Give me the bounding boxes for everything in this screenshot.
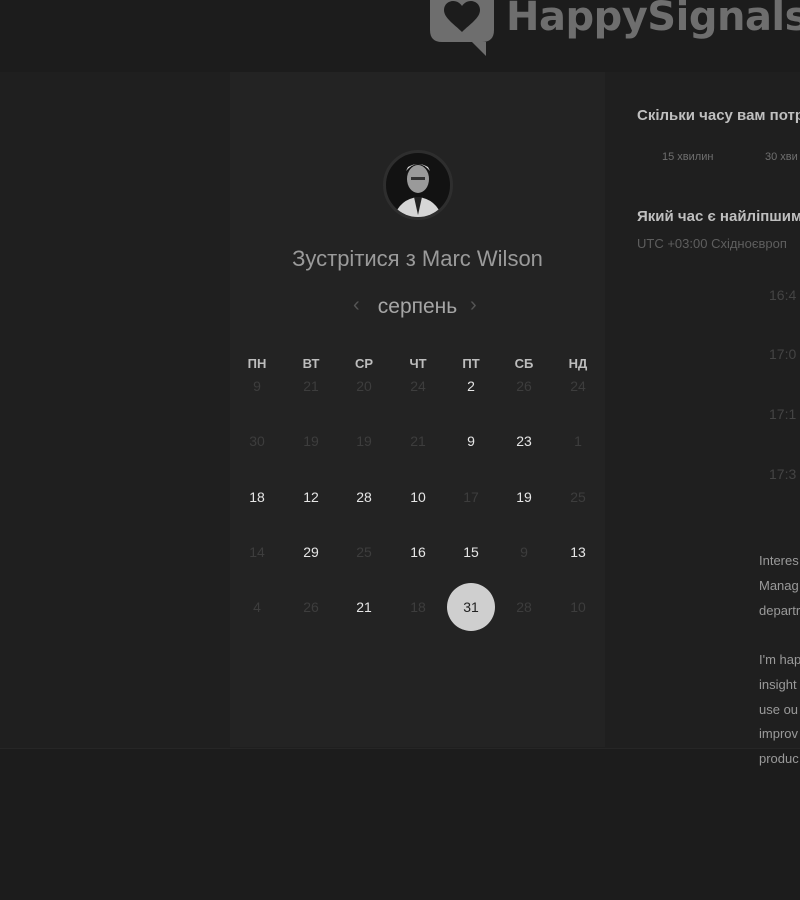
calendar-day: 28 bbox=[516, 599, 532, 615]
divider bbox=[0, 748, 800, 749]
calendar-day[interactable]: 28 bbox=[340, 473, 388, 521]
calendar-day[interactable]: 2 bbox=[447, 362, 495, 410]
calendar-day: 9 bbox=[520, 544, 528, 560]
calendar-day: 10 bbox=[570, 599, 586, 615]
calendar-day: 24 bbox=[410, 378, 426, 394]
brand-name: HappySignals bbox=[506, 0, 800, 40]
calendar-day: 24 bbox=[570, 378, 586, 394]
calendar-day[interactable]: 21 bbox=[340, 583, 388, 631]
time-slot[interactable]: 17:1 bbox=[769, 406, 796, 422]
calendar-day[interactable]: 18 bbox=[233, 473, 281, 521]
description-paragraph: I'm hap insight use ou improv produc bbox=[759, 652, 800, 767]
calendar-day: 25 bbox=[570, 489, 586, 505]
calendar-day: 1 bbox=[574, 433, 582, 449]
calendar-day: 18 bbox=[410, 599, 426, 615]
calendar-day: 20 bbox=[356, 378, 372, 394]
calendar-day: 30 bbox=[249, 433, 265, 449]
time-slot[interactable]: 17:3 bbox=[769, 466, 796, 482]
calendar-day: 25 bbox=[356, 544, 372, 560]
calendar-day[interactable]: 16 bbox=[394, 528, 442, 576]
calendar-day: 21 bbox=[303, 378, 319, 394]
meeting-title: Зустрітися з Marc Wilson bbox=[292, 246, 543, 271]
calendar-day[interactable]: 23 bbox=[500, 417, 548, 465]
person-photo-icon bbox=[394, 164, 442, 217]
calendar-day: 14 bbox=[249, 544, 265, 560]
calendar-day[interactable]: 13 bbox=[554, 528, 602, 576]
duration-question: Скільки часу вам потр bbox=[637, 107, 800, 124]
time-slot[interactable]: 17:0 bbox=[769, 346, 796, 362]
calendar-day[interactable]: 15 bbox=[447, 528, 495, 576]
chevron-left-icon[interactable]: ‹ bbox=[353, 294, 360, 317]
calendar-day[interactable]: 9 bbox=[447, 417, 495, 465]
calendar-day: 17 bbox=[463, 489, 479, 505]
month-navigator: ‹ серпень › bbox=[230, 292, 605, 322]
avatar bbox=[383, 150, 453, 220]
timezone-label[interactable]: UTC +03:00 Східноєвроп bbox=[637, 236, 787, 251]
calendar-day[interactable]: 19 bbox=[500, 473, 548, 521]
calendar-day: 19 bbox=[303, 433, 319, 449]
calendar-day: 26 bbox=[303, 599, 319, 615]
calendar-day: 19 bbox=[356, 433, 372, 449]
calendar-day: 4 bbox=[253, 599, 261, 615]
calendar-day: 9 bbox=[253, 378, 261, 394]
duration-option-15[interactable]: 15 хвилин bbox=[662, 151, 713, 163]
heart-chat-icon bbox=[430, 0, 494, 56]
calendar-day[interactable]: 12 bbox=[287, 473, 335, 521]
calendar-day: 26 bbox=[516, 378, 532, 394]
chevron-right-icon[interactable]: › bbox=[470, 294, 477, 317]
calendar-day[interactable]: 10 bbox=[394, 473, 442, 521]
calendar-day[interactable]: 29 bbox=[287, 528, 335, 576]
month-label: серпень bbox=[377, 295, 458, 318]
time-slot[interactable]: 16:4 bbox=[769, 287, 796, 303]
description-paragraph: Interes Manag departr bbox=[759, 553, 800, 618]
duration-option-30[interactable]: 30 хви bbox=[765, 151, 798, 163]
calendar-day-selected[interactable]: 31 bbox=[447, 583, 495, 631]
calendar-day: 21 bbox=[410, 433, 426, 449]
brand-logo: HappySignals bbox=[424, 0, 800, 58]
time-question: Який час є найліпшим bbox=[637, 208, 800, 225]
